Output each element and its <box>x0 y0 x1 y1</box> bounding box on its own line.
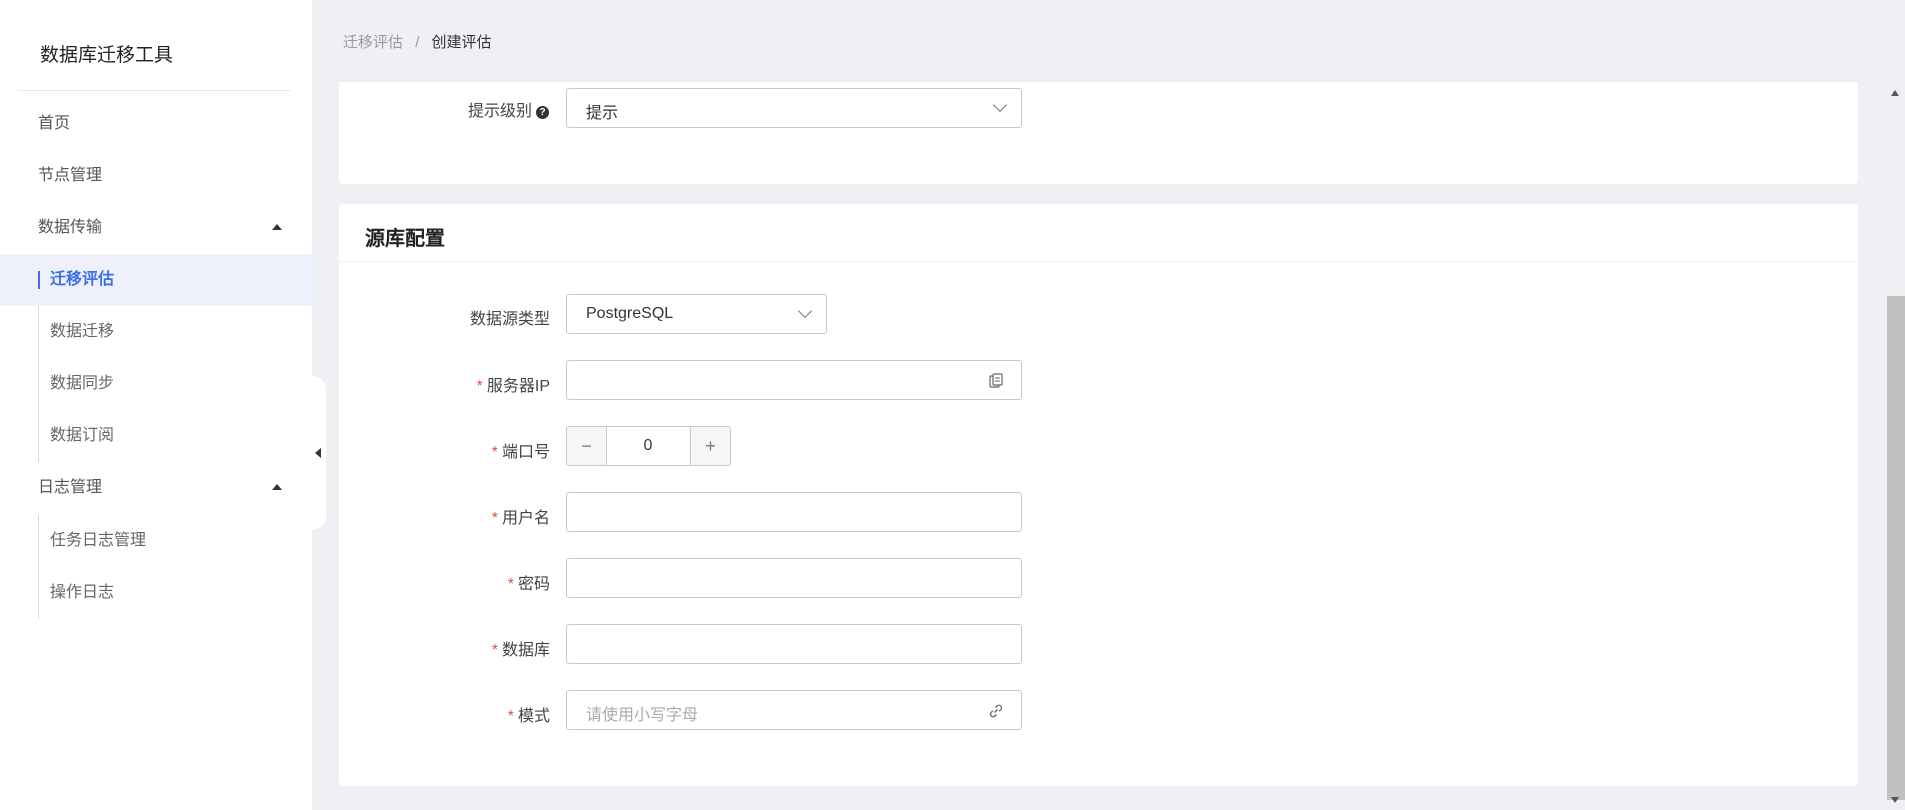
sidebar-item-label: 迁移评估 <box>50 271 115 288</box>
sidebar-item-data-migration[interactable]: 数据迁移 <box>0 306 312 358</box>
app-title: 数据库迁移工具 <box>40 45 174 66</box>
server-ip-input[interactable] <box>566 360 1022 400</box>
active-indicator <box>38 271 40 289</box>
scroll-up-icon[interactable] <box>1891 90 1899 96</box>
schema-label: * 模式 <box>508 702 550 726</box>
schema-label-text: 模式 <box>517 708 550 725</box>
link-icon[interactable] <box>987 702 1005 720</box>
server-ip-label-text: 服务器IP <box>486 378 550 395</box>
server-ip-label: * 服务器IP <box>477 372 550 396</box>
datasource-type-value: PostgreSQL <box>586 305 674 322</box>
hint-level-label: 提示级别? <box>468 97 549 121</box>
port-label-text: 端口号 <box>501 444 550 461</box>
required-mark: * <box>507 708 514 725</box>
breadcrumb-separator: / <box>415 34 420 51</box>
card-divider <box>339 261 1858 262</box>
datasource-type-select[interactable]: PostgreSQL <box>566 294 827 334</box>
hint-level-select[interactable]: 提示 <box>566 88 1022 128</box>
database-input[interactable] <box>566 624 1022 664</box>
chevron-down-icon <box>797 303 813 319</box>
sidebar-item-home[interactable]: 首页 <box>0 98 312 150</box>
sidebar-item-log-management[interactable]: 日志管理 <box>0 462 312 514</box>
required-mark: * <box>491 444 498 461</box>
required-mark: * <box>491 510 498 527</box>
schema-input[interactable]: 请使用小写字母 <box>566 690 1022 730</box>
hint-level-card: 提示级别? 提示 <box>339 82 1858 184</box>
source-config-card: 源库配置 数据源类型 PostgreSQL * 服务器IP * 端口号 − 0 + … <box>339 204 1858 786</box>
sidebar-item-data-transfer[interactable]: 数据传输 <box>0 202 312 254</box>
tree-line <box>38 567 39 619</box>
tree-line <box>38 515 39 567</box>
sidebar-item-label: 数据迁移 <box>50 323 115 340</box>
sidebar-item-data-sync[interactable]: 数据同步 <box>0 358 312 410</box>
increment-button[interactable]: + <box>690 426 731 466</box>
caret-left-icon <box>315 448 321 458</box>
tree-line <box>38 410 39 462</box>
sidebar-item-operation-logs[interactable]: 操作日志 <box>0 567 312 619</box>
sidebar-item-nodes[interactable]: 节点管理 <box>0 150 312 202</box>
required-mark: * <box>491 642 498 659</box>
hint-level-label-text: 提示级别 <box>467 103 532 120</box>
sidebar-item-task-logs[interactable]: 任务日志管理 <box>0 515 312 567</box>
sidebar-item-label: 操作日志 <box>50 584 115 601</box>
caret-up-icon <box>272 224 282 230</box>
sidebar-item-migration-assessment[interactable]: 迁移评估 <box>0 254 312 306</box>
sidebar-divider <box>18 90 291 91</box>
required-mark: * <box>476 378 483 395</box>
schema-placeholder: 请使用小写字母 <box>586 707 699 724</box>
chevron-down-icon <box>992 97 1008 113</box>
sidebar-collapse-button[interactable] <box>300 376 326 530</box>
username-label: * 用户名 <box>492 504 550 528</box>
sidebar-item-label: 任务日志管理 <box>50 532 147 549</box>
password-input[interactable] <box>566 558 1022 598</box>
sidebar-item-label: 日志管理 <box>38 479 103 496</box>
breadcrumb-parent[interactable]: 迁移评估 <box>343 34 403 51</box>
port-label: * 端口号 <box>492 438 550 462</box>
sidebar-item-label: 节点管理 <box>38 167 103 184</box>
scrollbar-thumb[interactable] <box>1887 296 1905 800</box>
hint-level-value: 提示 <box>586 105 619 122</box>
required-mark: * <box>507 576 514 593</box>
password-label: * 密码 <box>508 570 550 594</box>
breadcrumb-current: 创建评估 <box>431 34 492 51</box>
sidebar-item-data-subscription[interactable]: 数据订阅 <box>0 410 312 462</box>
scroll-down-icon[interactable] <box>1891 797 1899 803</box>
breadcrumb: 迁移评估 / 创建评估 <box>343 31 492 52</box>
datasource-type-label: 数据源类型 <box>469 311 550 328</box>
source-config-title: 源库配置 <box>365 228 445 250</box>
port-value[interactable]: 0 <box>606 426 690 466</box>
username-label-text: 用户名 <box>501 510 550 527</box>
sidebar-item-label: 数据同步 <box>50 375 115 392</box>
database-label: * 数据库 <box>492 636 550 660</box>
question-circle-icon[interactable]: ? <box>536 106 549 119</box>
tree-line <box>38 306 39 358</box>
sidebar-item-label: 首页 <box>38 115 71 132</box>
decrement-button[interactable]: − <box>566 426 607 466</box>
port-stepper: − 0 + <box>566 426 732 466</box>
sidebar: 数据库迁移工具 首页 节点管理 数据传输 迁移评估 数据迁移 数据同步 数据订阅… <box>0 0 312 810</box>
hint-level-label-wrap: 提示级别? <box>339 97 549 121</box>
database-label-text: 数据库 <box>501 642 550 659</box>
sidebar-item-label: 数据订阅 <box>50 427 115 444</box>
tree-line <box>38 358 39 410</box>
sidebar-item-label: 数据传输 <box>38 219 103 236</box>
username-input[interactable] <box>566 492 1022 532</box>
caret-up-icon <box>272 484 282 490</box>
copy-icon[interactable] <box>987 372 1005 390</box>
password-label-text: 密码 <box>517 576 550 593</box>
